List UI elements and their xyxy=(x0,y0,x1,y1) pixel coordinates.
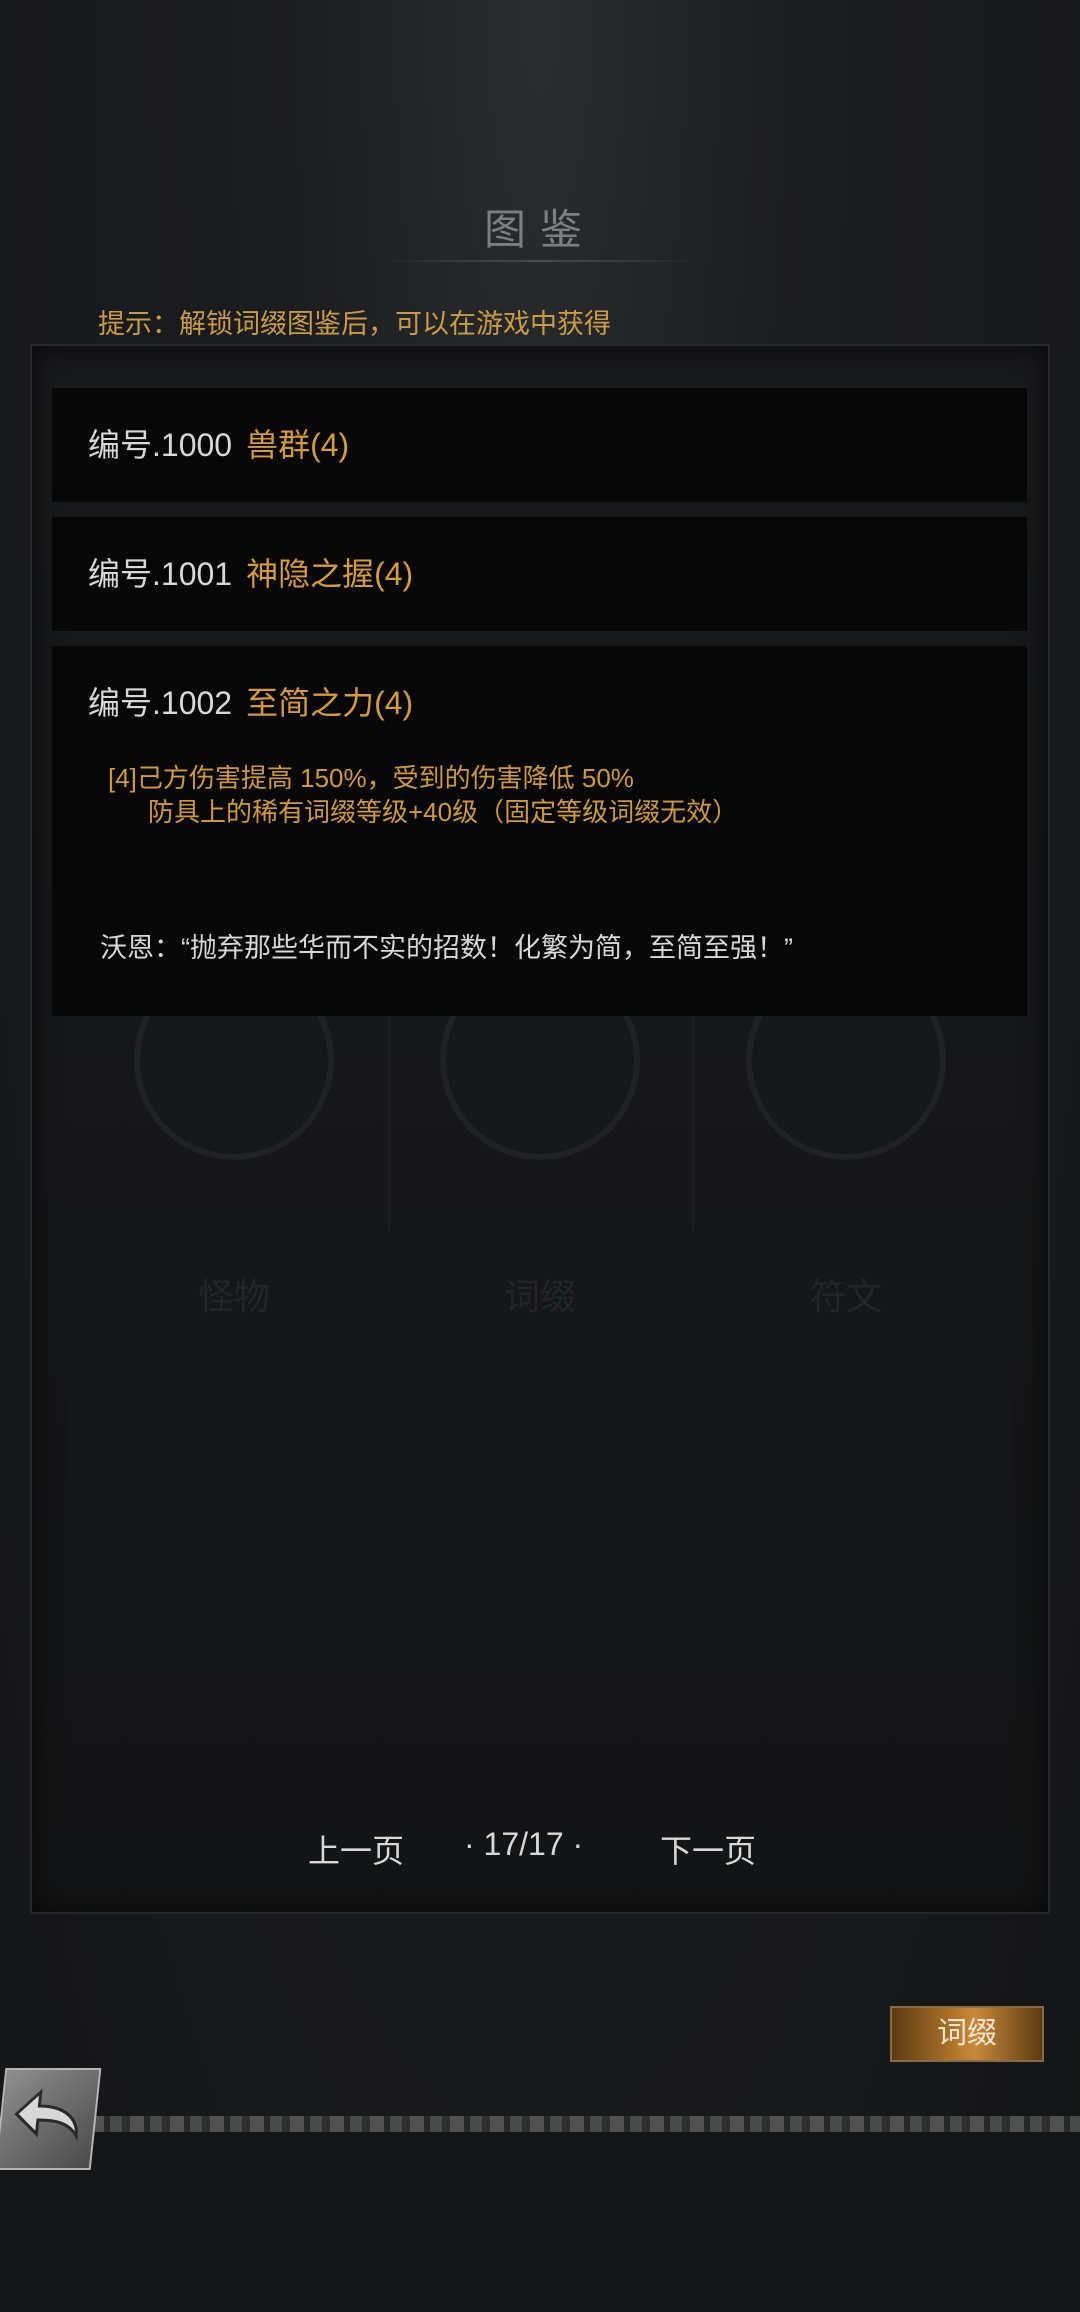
page-title: 图鉴 xyxy=(483,206,596,253)
back-button[interactable] xyxy=(0,2068,102,2170)
list-item[interactable]: 编号.1000 兽群(4) xyxy=(52,388,1027,502)
entry-id: 编号.1000 xyxy=(88,427,233,463)
affix-tab-button[interactable]: 词缀 xyxy=(890,2006,1044,2062)
entry-name: 至简之力(4) xyxy=(246,685,414,721)
title-divider xyxy=(380,260,700,262)
entry-name: 兽群(4) xyxy=(246,427,350,463)
entry-id: 编号.1001 xyxy=(88,556,233,592)
entry-name: 神隐之握(4) xyxy=(246,556,414,592)
prev-page-button[interactable]: 上一页 xyxy=(308,1826,404,1872)
back-arrow-icon xyxy=(14,2088,78,2141)
category-label-affix: 词缀 xyxy=(503,1276,576,1317)
next-page-button[interactable]: 下一页 xyxy=(660,1826,756,1872)
page-indicator: · 17/17 · xyxy=(464,1826,584,1862)
entry-effect-line-2: 防具上的稀有词缀等级+40级（固定等级词缀无效） xyxy=(148,797,739,827)
entry-effect-line-1: [4]己方伤害提高 150%，受到的伤害降低 50% xyxy=(108,763,634,793)
bottom-edge-decoration xyxy=(70,2116,1080,2132)
category-label-monster: 怪物 xyxy=(197,1276,270,1317)
bottom-bar xyxy=(0,2120,1080,2312)
pager: 上一页 · 17/17 · 下一页 xyxy=(0,1826,1080,1876)
list-item[interactable]: 编号.1001 神隐之握(4) xyxy=(52,517,1027,631)
entry-id: 编号.1002 xyxy=(88,685,233,721)
tip-text: 提示：解锁词缀图鉴后，可以在游戏中获得 xyxy=(98,309,611,339)
entry-quote: 沃恩：“抛弃那些华而不实的招数！化繁为简，至简至强！” xyxy=(100,933,793,963)
category-label-rune: 符文 xyxy=(809,1276,882,1317)
